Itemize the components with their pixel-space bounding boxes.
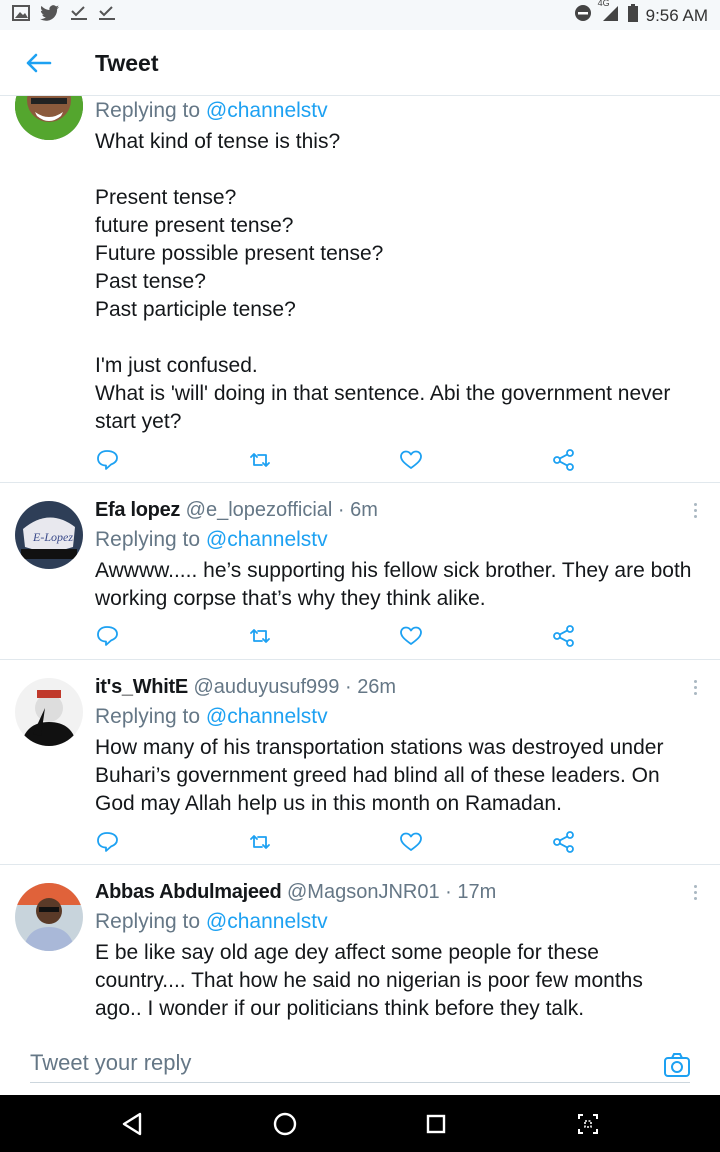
tweet[interactable]: E-Lopez Efa lopez @e_lopezofficial · 6m … xyxy=(0,483,720,660)
share-button[interactable] xyxy=(551,624,577,648)
replying-to: Replying to @channelstv xyxy=(95,910,328,933)
like-button[interactable] xyxy=(398,624,424,648)
avatar[interactable]: E-Lopez xyxy=(15,501,83,569)
reply-bubble-icon xyxy=(97,832,118,852)
tweet-header: Abbas Abdulmajeed @MagsonJNR01 · 17m xyxy=(95,881,497,903)
camera-icon xyxy=(664,1053,690,1077)
tweet-header: it's_WhitE @auduyusuf999 · 26m xyxy=(95,676,397,698)
user-handle[interactable]: @MagsonJNR01 xyxy=(287,881,440,903)
screenshot-icon xyxy=(578,1114,598,1134)
replying-to: Replying to @channelstv xyxy=(95,705,328,728)
svg-text:E-Lopez: E-Lopez xyxy=(32,530,73,544)
camera-button[interactable] xyxy=(662,1051,692,1079)
avatar[interactable] xyxy=(15,883,83,951)
status-bar: 4G 9:56 AM xyxy=(0,0,720,30)
mention-link[interactable]: @channelstv xyxy=(206,99,328,122)
clock: 9:56 AM xyxy=(645,5,708,25)
tweet-actions xyxy=(95,448,585,472)
display-name[interactable]: Abbas Abdulmajeed xyxy=(95,881,282,903)
reply-input[interactable] xyxy=(30,1043,690,1083)
retweet-icon xyxy=(250,629,270,643)
user-handle[interactable]: @e_lopezofficial xyxy=(186,499,333,521)
reply-button[interactable] xyxy=(95,624,121,648)
tweet[interactable]: it's_WhitE @auduyusuf999 · 26m Replying … xyxy=(0,660,720,865)
square-recents-icon xyxy=(426,1114,446,1134)
mention-link[interactable]: @channelstv xyxy=(206,705,328,728)
triangle-back-icon xyxy=(122,1112,142,1136)
retweet-icon xyxy=(250,453,270,467)
replying-to: Replying to @channelstv xyxy=(95,528,328,551)
more-vertical-icon[interactable] xyxy=(692,680,700,698)
battery-icon xyxy=(627,4,638,27)
tweet-text: Awwww..... he’s supporting his fellow si… xyxy=(95,559,698,610)
retweet-icon xyxy=(250,835,270,849)
avatar[interactable] xyxy=(15,678,83,746)
retweet-button[interactable] xyxy=(247,624,273,648)
download-done-icon xyxy=(70,5,88,26)
reply-button[interactable] xyxy=(95,448,121,472)
download-done-icon xyxy=(98,5,116,26)
reply-button[interactable] xyxy=(95,830,121,854)
heart-icon xyxy=(400,626,422,645)
tweet-text: How many of his transportation stations … xyxy=(95,736,670,815)
heart-icon xyxy=(400,832,422,851)
like-button[interactable] xyxy=(398,830,424,854)
header: Tweet xyxy=(0,30,720,96)
tweet[interactable]: Replying to @channelstv What kind of ten… xyxy=(0,96,720,483)
more-vertical-icon[interactable] xyxy=(692,503,700,521)
heart-icon xyxy=(400,450,422,469)
retweet-button[interactable] xyxy=(247,448,273,472)
tweet-actions xyxy=(95,624,585,648)
timestamp: 17m xyxy=(457,881,497,903)
navigation-bar xyxy=(0,1095,720,1152)
reply-bar xyxy=(0,1033,720,1095)
tweet-header: Efa lopez @e_lopezofficial · 6m xyxy=(95,499,378,521)
replying-to: Replying to @channelstv xyxy=(95,99,328,122)
system-status: 4G 9:56 AM xyxy=(574,0,708,27)
gallery-icon xyxy=(12,5,30,26)
mention-link[interactable]: @channelstv xyxy=(206,910,328,933)
like-button[interactable] xyxy=(398,448,424,472)
tweet[interactable]: Abbas Abdulmajeed @MagsonJNR01 · 17m Rep… xyxy=(0,865,720,1033)
share-icon xyxy=(553,449,574,471)
twitter-bird-icon xyxy=(40,5,60,26)
user-handle[interactable]: @auduyusuf999 xyxy=(193,676,339,698)
arrow-left-icon xyxy=(26,53,52,73)
back-button[interactable] xyxy=(22,46,62,80)
timestamp: 6m xyxy=(350,499,378,521)
notification-icons xyxy=(12,5,116,26)
avatar[interactable] xyxy=(15,96,83,140)
page-title: Tweet xyxy=(95,50,159,76)
reply-bubble-icon xyxy=(97,626,118,646)
signal-icon: 4G xyxy=(598,0,620,27)
nav-screenshot-button[interactable] xyxy=(573,1109,603,1139)
share-button[interactable] xyxy=(551,830,577,854)
tweet-text: E be like say old age dey affect some pe… xyxy=(95,941,649,1020)
mention-link[interactable]: @channelstv xyxy=(206,528,328,551)
circle-home-icon xyxy=(273,1112,297,1136)
share-icon xyxy=(553,625,574,647)
share-icon xyxy=(553,831,574,853)
timestamp: 26m xyxy=(357,676,397,698)
more-vertical-icon[interactable] xyxy=(692,885,700,903)
reply-bubble-icon xyxy=(97,450,118,470)
do-not-disturb-icon xyxy=(574,4,592,27)
nav-back-button[interactable] xyxy=(118,1109,148,1139)
display-name[interactable]: it's_WhitE xyxy=(95,676,188,698)
share-button[interactable] xyxy=(551,448,577,472)
tweet-actions xyxy=(95,830,585,854)
retweet-button[interactable] xyxy=(247,830,273,854)
network-type: 4G xyxy=(597,0,610,8)
nav-recents-button[interactable] xyxy=(421,1109,451,1139)
display-name[interactable]: Efa lopez xyxy=(95,499,180,521)
nav-home-button[interactable] xyxy=(270,1109,300,1139)
tweet-text: What kind of tense is this? Present tens… xyxy=(95,130,671,433)
